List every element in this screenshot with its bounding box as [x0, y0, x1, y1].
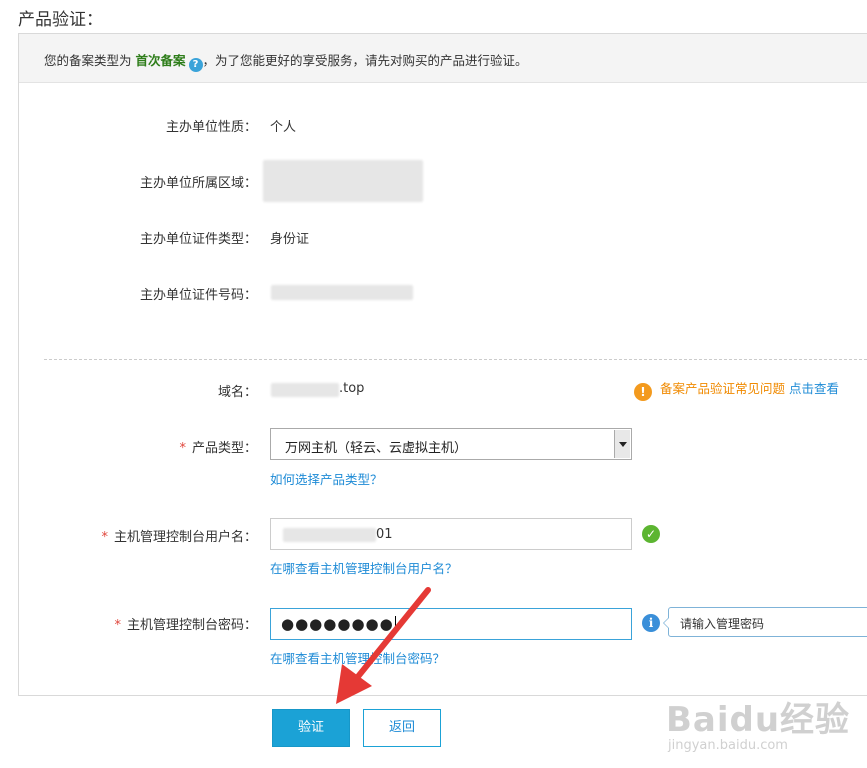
- verify-button[interactable]: 验证: [272, 709, 350, 747]
- faq-help: ! 备案产品验证常见问题 点击查看: [634, 378, 839, 401]
- help-question-icon[interactable]: ?: [188, 58, 203, 72]
- cert-type-label: 主办单位证件类型：: [139, 232, 257, 247]
- back-button[interactable]: 返回: [363, 709, 441, 747]
- required-asterisk: *: [101, 530, 108, 545]
- notice-text: 您的备案类型为 首次备案? ，为了您能更好的享受服务，请先对购买的产品进行验证。: [44, 50, 528, 72]
- org-nature-label: 主办单位性质：: [165, 120, 257, 135]
- watermark-logo: Baidu经验: [666, 700, 851, 740]
- filing-type: 首次备案: [135, 53, 186, 68]
- username-redacted: [283, 528, 376, 542]
- notice-prefix: 您的备案类型为: [44, 53, 132, 68]
- dropdown-arrow-icon[interactable]: [614, 430, 630, 458]
- username-help-link[interactable]: 在哪查看主机管理控制台用户名？: [270, 558, 458, 577]
- cert-type-value: 身份证: [270, 232, 310, 247]
- org-region-value-redacted: [263, 160, 423, 202]
- domain-value-suffix: .top: [339, 381, 365, 396]
- product-type-selected: 万网主机（轻云、云虚拟主机）: [285, 441, 468, 456]
- check-icon: ✓: [642, 525, 660, 543]
- faq-text: 备案产品验证常见问题: [660, 381, 786, 396]
- password-input[interactable]: ●●●●●●●●: [270, 608, 632, 640]
- password-value: ●●●●●●●●: [281, 615, 396, 633]
- text-caret: [394, 616, 396, 632]
- verification-panel: 您的备案类型为 首次备案? ，为了您能更好的享受服务，请先对购买的产品进行验证。: [18, 33, 867, 696]
- cert-number-value-redacted: [271, 285, 413, 300]
- notice-suffix: ，为了您能更好的享受服务，请先对购买的产品进行验证。: [202, 53, 528, 68]
- org-nature-value: 个人: [270, 120, 297, 135]
- tooltip-text: 请输入管理密码: [680, 617, 765, 631]
- watermark: Baidu经验 jingyan.baidu.com: [660, 672, 865, 762]
- notice-bar: 您的备案类型为 首次备案? ，为了您能更好的享受服务，请先对购买的产品进行验证。: [19, 34, 867, 83]
- password-label: * 主机管理控制台密码：: [114, 618, 257, 633]
- domain-label: 域名：: [217, 385, 257, 400]
- cert-number-label: 主办单位证件号码：: [139, 288, 257, 303]
- watermark-url: jingyan.baidu.com: [668, 738, 788, 753]
- warning-icon: !: [634, 383, 652, 401]
- password-help-link[interactable]: 在哪查看主机管理控制台密码？: [270, 648, 445, 667]
- username-label: * 主机管理控制台用户名：: [101, 530, 257, 545]
- product-type-select[interactable]: 万网主机（轻云、云虚拟主机）: [270, 428, 632, 460]
- product-type-help-link[interactable]: 如何选择产品类型？: [270, 469, 383, 488]
- required-asterisk: *: [114, 618, 121, 633]
- username-input[interactable]: 01: [270, 518, 632, 550]
- section-divider: [44, 359, 867, 360]
- page-title: 产品验证：: [18, 10, 103, 30]
- required-asterisk: *: [179, 441, 186, 456]
- password-tooltip: 请输入管理密码: [663, 607, 867, 637]
- domain-value-redacted: [271, 383, 339, 397]
- org-region-label: 主办单位所属区域：: [139, 176, 257, 191]
- info-icon: i: [642, 614, 660, 632]
- faq-link[interactable]: 点击查看: [789, 381, 839, 396]
- product-type-label: * 产品类型：: [179, 441, 257, 456]
- username-value-suffix: 01: [376, 527, 393, 542]
